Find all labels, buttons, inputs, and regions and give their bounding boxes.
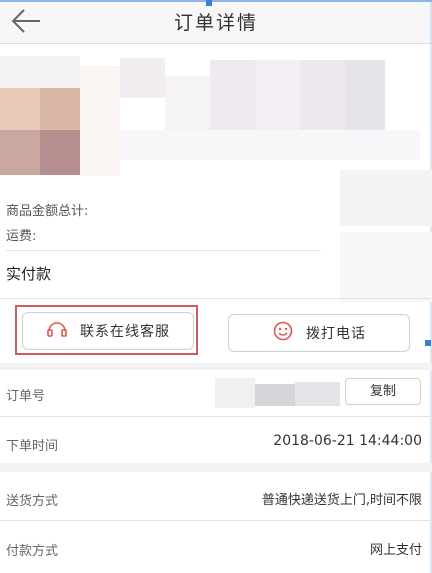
section-gap [0,363,432,370]
paid-amount-label: 实付款 [6,265,52,283]
selection-border-top [0,0,432,2]
page-title: 订单详情 [173,12,258,34]
smile-phone-icon [272,320,294,346]
payment-method-label: 付款方式 [6,544,59,559]
section-gap [0,463,432,472]
divider [0,416,432,417]
goods-total-label: 商品金额总计: [6,204,89,219]
payment-method-value: 网上支付 [369,543,422,558]
shipping-label: 运费: [6,229,37,244]
selection-handle [206,0,212,6]
order-time-value: 2018-06-21 14:44:00 [273,433,422,449]
call-phone-button[interactable]: 拨打电话 [228,314,410,352]
call-phone-label: 拨打电话 [306,326,366,342]
delivery-method-value: 普通快递送货上门,时间不限 [261,493,422,508]
highlight-box [15,305,198,355]
divider [0,298,432,299]
order-number-label: 订单号 [6,389,46,404]
delivery-method-label: 送货方式 [6,494,59,509]
divider [0,520,432,521]
product-image-mosaic [0,46,432,346]
order-number-mosaic [215,378,340,408]
copy-button[interactable]: 复制 [345,378,421,405]
nav-header: 订单详情 [0,0,432,44]
divider [6,250,321,251]
order-time-label: 下单时间 [6,439,59,454]
